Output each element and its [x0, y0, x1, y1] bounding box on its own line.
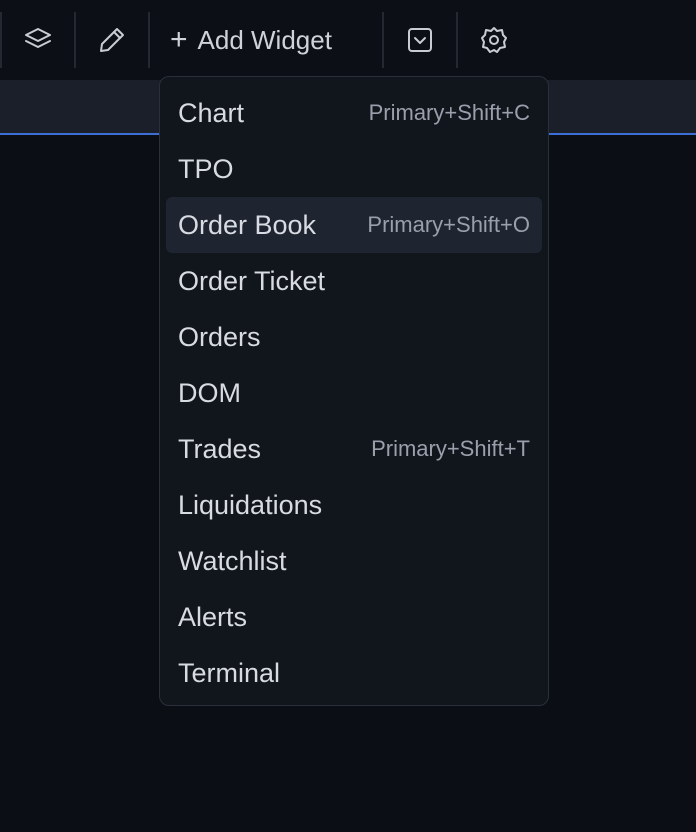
menu-item-label: Liquidations [178, 489, 323, 520]
menu-item-orders[interactable]: Orders [166, 309, 542, 365]
menu-item-shortcut: Primary+Shift+O [367, 212, 530, 237]
top-toolbar: + Add Widget [0, 0, 696, 80]
menu-item-liquidations[interactable]: Liquidations [166, 477, 542, 533]
menu-item-label: Chart [178, 97, 245, 128]
menu-item-dom[interactable]: DOM [166, 365, 542, 421]
chevron-down-square-icon[interactable] [402, 22, 438, 58]
plus-icon: + [170, 23, 188, 56]
menu-item-terminal[interactable]: Terminal [166, 645, 542, 701]
menu-item-tpo[interactable]: TPO [166, 141, 542, 197]
menu-item-order-ticket[interactable]: Order Ticket [166, 253, 542, 309]
menu-item-trades[interactable]: Trades Primary+Shift+T [166, 421, 542, 477]
toolbar-divider [382, 12, 384, 68]
menu-item-chart[interactable]: Chart Primary+Shift+C [166, 85, 542, 141]
menu-item-watchlist[interactable]: Watchlist [166, 533, 542, 589]
menu-item-label: Alerts [178, 601, 248, 632]
toolbar-divider [456, 12, 458, 68]
menu-item-shortcut: Primary+Shift+C [368, 100, 530, 125]
gear-icon[interactable] [476, 22, 512, 58]
add-widget-menu: Chart Primary+Shift+C TPO Order Book Pri… [159, 76, 549, 706]
toolbar-divider [74, 12, 76, 68]
menu-item-label: Terminal [178, 657, 281, 688]
toolbar-divider [0, 12, 2, 68]
menu-item-shortcut: Primary+Shift+T [371, 436, 530, 461]
menu-item-label: Orders [178, 321, 261, 352]
add-widget-label: Add Widget [197, 24, 332, 55]
menu-item-order-book[interactable]: Order Book Primary+Shift+O [166, 197, 542, 253]
menu-item-label: Watchlist [178, 545, 287, 576]
menu-item-label: TPO [178, 153, 234, 184]
menu-item-label: Trades [178, 433, 262, 464]
menu-item-alerts[interactable]: Alerts [166, 589, 542, 645]
pencil-icon[interactable] [94, 22, 130, 58]
menu-item-label: DOM [178, 377, 241, 408]
layers-icon[interactable] [20, 22, 56, 58]
menu-item-label: Order Ticket [178, 265, 326, 296]
add-widget-button[interactable]: + Add Widget [170, 18, 332, 62]
toolbar-divider [148, 12, 150, 68]
menu-item-label: Order Book [178, 209, 317, 240]
app-window: + Add Widget Chart Primary+Shift+C TPO O… [0, 0, 696, 832]
